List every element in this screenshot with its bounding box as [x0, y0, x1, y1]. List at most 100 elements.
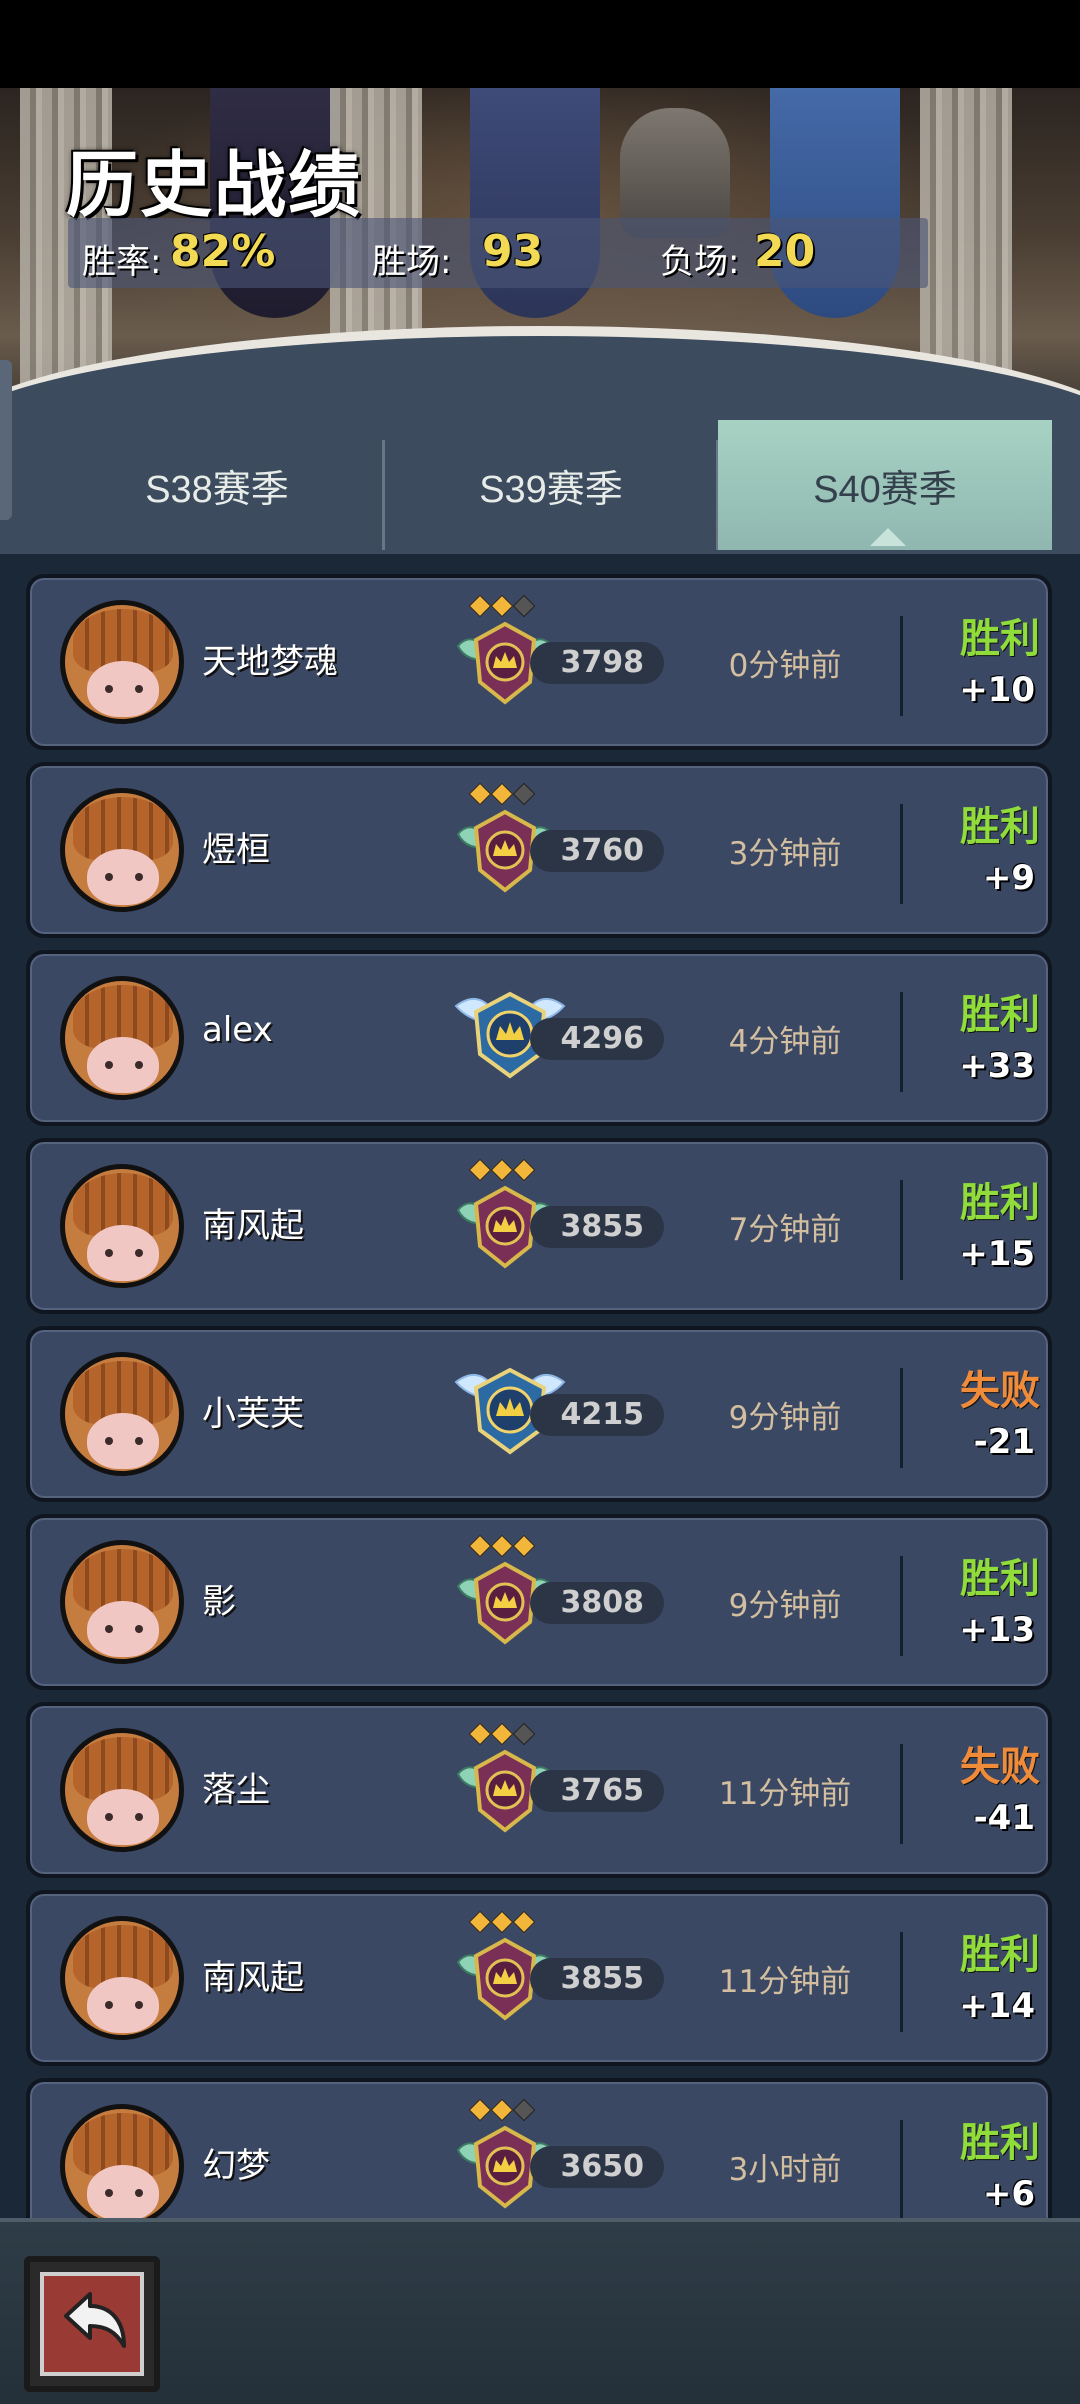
status-bar [0, 0, 1080, 88]
wins-value: 93 [482, 226, 544, 277]
match-row[interactable]: 影 3808 9分钟前 胜利 +13 [26, 1514, 1052, 1690]
result-divider [900, 616, 903, 716]
avatar-face [87, 2165, 159, 2218]
avatar-eye [135, 1813, 143, 1821]
avatar-eye [135, 2001, 143, 2009]
wins-label: 胜场: [372, 242, 452, 282]
avatar-face [87, 1413, 159, 1469]
match-time: 9分钟前 [728, 1588, 842, 1624]
avatar-eye [105, 1437, 113, 1445]
score-change: +9 [982, 858, 1035, 898]
rank-score: 3855 [530, 1958, 664, 2000]
match-row[interactable]: 南风起 3855 7分钟前 胜利 +15 [26, 1138, 1052, 1314]
stats-bar: 胜率: 82% 胜场: 93 负场: 20 [68, 218, 928, 288]
rank-score: 3760 [530, 830, 664, 872]
win-rate-label: 胜率: [82, 242, 162, 282]
player-avatar[interactable] [60, 600, 184, 724]
tab-s39[interactable]: S39赛季 [384, 420, 718, 550]
match-result: 胜利 [960, 992, 1040, 1038]
pillar-decoration [920, 88, 1012, 388]
player-avatar[interactable] [60, 976, 184, 1100]
bottom-bar [0, 2218, 1080, 2404]
losses-value: 20 [754, 226, 816, 277]
result-divider [900, 804, 903, 904]
avatar-eye [105, 685, 113, 693]
match-result: 胜利 [960, 1556, 1040, 1602]
player-name: 落尘 [202, 1770, 270, 1810]
result-divider [900, 1368, 903, 1468]
result-divider [900, 1932, 903, 2032]
match-row[interactable]: 南风起 3855 11分钟前 胜利 +14 [26, 1890, 1052, 2066]
score-change: -41 [973, 1798, 1035, 1838]
score-change: +15 [959, 1234, 1035, 1274]
page-title: 历史战绩 [66, 142, 363, 227]
player-avatar[interactable] [60, 788, 184, 912]
match-time: 11分钟前 [718, 1776, 852, 1812]
match-time: 4分钟前 [728, 1024, 842, 1060]
avatar-eye [135, 2189, 143, 2197]
avatar-eye [105, 873, 113, 881]
avatar-eye [105, 2001, 113, 2009]
match-row[interactable]: 幻梦 3650 3小时前 胜利 +6 [26, 2078, 1052, 2218]
avatar-face [87, 661, 159, 717]
match-time: 11分钟前 [718, 1964, 852, 2000]
player-avatar[interactable] [60, 2104, 184, 2218]
player-name: 煜桓 [202, 830, 270, 870]
score-change: -21 [973, 1422, 1035, 1462]
match-result: 胜利 [960, 804, 1040, 850]
player-name: 南风起 [202, 1206, 304, 1246]
player-avatar[interactable] [60, 1916, 184, 2040]
avatar-eye [135, 1061, 143, 1069]
header-banner: 历史战绩 胜率: 82% 胜场: 93 负场: 20 [0, 88, 1080, 418]
rank-score: 4215 [530, 1394, 664, 1436]
match-list[interactable]: 天地梦魂 3798 0分钟前 胜利 +10 煜桓 3760 3分钟前 胜利 +9… [0, 554, 1080, 2218]
back-arrow-icon-svg [64, 2292, 126, 2348]
match-time: 7分钟前 [728, 1212, 842, 1248]
player-name: 天地梦魂 [202, 642, 338, 682]
match-row[interactable]: 煜桓 3760 3分钟前 胜利 +9 [26, 762, 1052, 938]
match-row[interactable]: alex 4296 4分钟前 胜利 +33 [26, 950, 1052, 1126]
avatar-eye [135, 1437, 143, 1445]
avatar-eye [105, 1061, 113, 1069]
match-row[interactable]: 落尘 3765 11分钟前 失败 -41 [26, 1702, 1052, 1878]
back-button[interactable] [24, 2256, 160, 2392]
rank-score: 4296 [530, 1018, 664, 1060]
player-name: alex [202, 1010, 273, 1050]
rank-score: 3808 [530, 1582, 664, 1624]
player-avatar[interactable] [60, 1352, 184, 1476]
avatar-eye [135, 685, 143, 693]
match-result: 胜利 [960, 2120, 1040, 2166]
match-result: 胜利 [960, 1180, 1040, 1226]
avatar-face [87, 1601, 159, 1657]
score-change: +14 [959, 1986, 1035, 2026]
rank-score: 3765 [530, 1770, 664, 1812]
score-change: +13 [959, 1610, 1035, 1650]
player-name: 小芙芙 [202, 1394, 304, 1434]
result-divider [900, 2120, 903, 2218]
rank-score: 3798 [530, 642, 664, 684]
avatar-face [87, 1225, 159, 1281]
side-handle [0, 360, 12, 520]
avatar-face [87, 1037, 159, 1093]
match-result: 胜利 [960, 616, 1040, 662]
match-row[interactable]: 天地梦魂 3798 0分钟前 胜利 +10 [26, 574, 1052, 750]
result-divider [900, 1556, 903, 1656]
result-divider [900, 992, 903, 1092]
rank-score: 3650 [530, 2146, 664, 2188]
back-arrow-icon [40, 2272, 144, 2376]
match-time: 9分钟前 [728, 1400, 842, 1436]
player-avatar[interactable] [60, 1540, 184, 1664]
rank-score: 3855 [530, 1206, 664, 1248]
result-divider [900, 1180, 903, 1280]
avatar-eye [135, 1249, 143, 1257]
player-avatar[interactable] [60, 1728, 184, 1852]
player-avatar[interactable] [60, 1164, 184, 1288]
match-row[interactable]: 小芙芙 4215 9分钟前 失败 -21 [26, 1326, 1052, 1502]
avatar-eye [105, 1249, 113, 1257]
match-result: 胜利 [960, 1932, 1040, 1978]
avatar-face [87, 1977, 159, 2033]
header-arc [0, 326, 1080, 418]
score-change: +33 [959, 1046, 1035, 1086]
score-change: +6 [982, 2174, 1035, 2214]
tab-s38[interactable]: S38赛季 [50, 420, 384, 550]
